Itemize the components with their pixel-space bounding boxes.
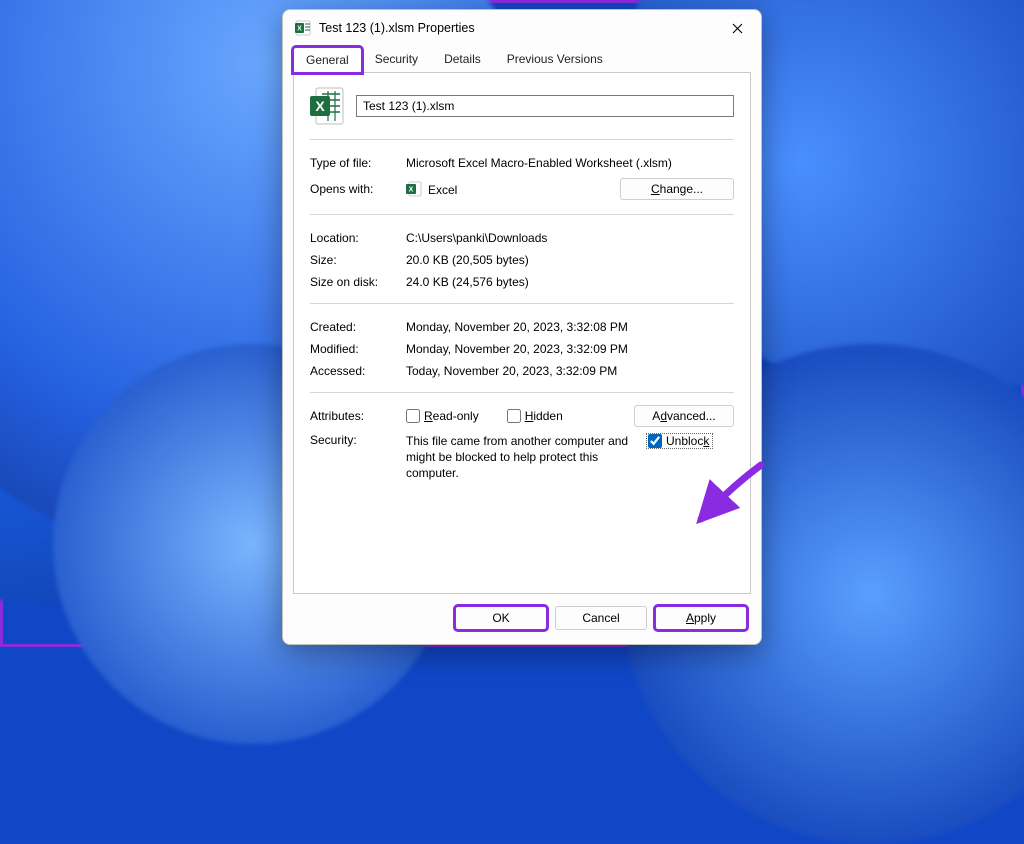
- location-label: Location:: [310, 231, 406, 245]
- filename-input[interactable]: [356, 95, 734, 117]
- svg-text:X: X: [297, 26, 302, 33]
- file-header-row: X: [310, 87, 734, 139]
- svg-text:X: X: [409, 187, 414, 194]
- attributes-label: Attributes:: [310, 409, 406, 423]
- security-text: This file came from another computer and…: [406, 433, 636, 482]
- size-on-disk-label: Size on disk:: [310, 275, 406, 289]
- hidden-checkbox-label[interactable]: HHiddenidden: [507, 409, 563, 423]
- change-button[interactable]: CChange...hange...: [620, 178, 734, 200]
- tab-details[interactable]: Details: [431, 46, 494, 72]
- accessed-label: Accessed:: [310, 364, 406, 378]
- excel-file-icon: X: [295, 20, 311, 36]
- accessed-row: Accessed: Today, November 20, 2023, 3:32…: [310, 360, 734, 382]
- modified-label: Modified:: [310, 342, 406, 356]
- security-label: Security:: [310, 433, 406, 447]
- created-value: Monday, November 20, 2023, 3:32:08 PM: [406, 320, 734, 334]
- opens-with-row: Opens with: X Excel CChange...hange...: [310, 174, 734, 204]
- size-label: Size:: [310, 253, 406, 267]
- tab-previous-versions[interactable]: Previous Versions: [494, 46, 616, 72]
- unblock-label[interactable]: UnblockUnblock: [666, 434, 709, 448]
- size-on-disk-value: 24.0 KB (24,576 bytes): [406, 275, 734, 289]
- hidden-checkbox[interactable]: [507, 409, 521, 423]
- advanced-button[interactable]: Advanced...Advanced...: [634, 405, 734, 427]
- attributes-row: Attributes: RRead-onlyead-only HHiddenid…: [310, 405, 734, 427]
- ok-button[interactable]: OK: [455, 606, 547, 630]
- modified-row: Modified: Monday, November 20, 2023, 3:3…: [310, 338, 734, 360]
- created-row: Created: Monday, November 20, 2023, 3:32…: [310, 316, 734, 338]
- window-title: Test 123 (1).xlsm Properties: [319, 21, 721, 35]
- accessed-value: Today, November 20, 2023, 3:32:09 PM: [406, 364, 734, 378]
- opens-with-value: X Excel: [406, 181, 620, 197]
- size-row: Size: 20.0 KB (20,505 bytes): [310, 249, 734, 271]
- opens-with-app-name: Excel: [428, 183, 457, 197]
- cancel-button[interactable]: Cancel: [555, 606, 647, 630]
- type-of-file-value: Microsoft Excel Macro-Enabled Worksheet …: [406, 156, 734, 170]
- type-of-file-label: Type of file:: [310, 156, 406, 170]
- tab-content: X Type of file: Microsoft Excel Macro-En…: [293, 72, 751, 594]
- location-value: C:\Users\panki\Downloads: [406, 231, 734, 245]
- svg-text:X: X: [315, 98, 325, 114]
- readonly-checkbox[interactable]: [406, 409, 420, 423]
- apply-button[interactable]: ApplyApply: [655, 606, 747, 630]
- opens-with-label: Opens with:: [310, 182, 406, 196]
- tab-security[interactable]: Security: [362, 46, 431, 72]
- title-bar: X Test 123 (1).xlsm Properties: [283, 10, 761, 46]
- size-on-disk-row: Size on disk: 24.0 KB (24,576 bytes): [310, 271, 734, 293]
- type-of-file-row: Type of file: Microsoft Excel Macro-Enab…: [310, 152, 734, 174]
- excel-file-icon-large: X: [310, 87, 344, 125]
- tab-general[interactable]: General: [293, 47, 362, 73]
- size-value: 20.0 KB (20,505 bytes): [406, 253, 734, 267]
- readonly-checkbox-label[interactable]: RRead-onlyead-only: [406, 409, 479, 423]
- tab-strip: General Security Details Previous Versio…: [283, 46, 761, 72]
- excel-app-icon: X: [406, 181, 422, 197]
- unblock-checkbox-wrap[interactable]: UnblockUnblock: [646, 433, 713, 449]
- modified-value: Monday, November 20, 2023, 3:32:09 PM: [406, 342, 734, 356]
- close-button[interactable]: [721, 14, 753, 42]
- created-label: Created:: [310, 320, 406, 334]
- unblock-checkbox[interactable]: [648, 434, 662, 448]
- location-row: Location: C:\Users\panki\Downloads: [310, 227, 734, 249]
- dialog-button-row: OK Cancel ApplyApply: [283, 594, 761, 644]
- close-icon: [732, 23, 743, 34]
- properties-dialog: X Test 123 (1).xlsm Properties General S…: [282, 9, 762, 645]
- security-row: Security: This file came from another co…: [310, 427, 734, 482]
